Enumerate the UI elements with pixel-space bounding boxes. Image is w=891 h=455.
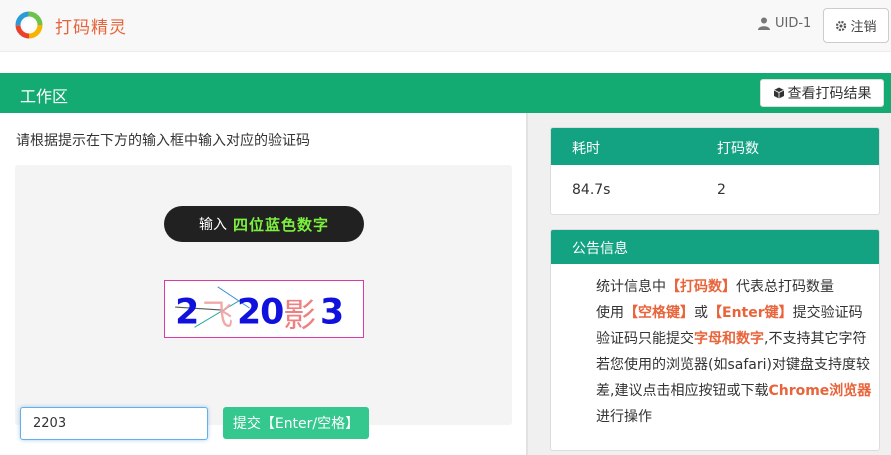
captcha-answer-input[interactable]: [20, 407, 208, 440]
notice-text: 差,建议点击相应按钮或下载: [596, 383, 769, 399]
workspace-header: 工作区 查看打码结果: [0, 73, 891, 113]
prompt-target: 四位蓝色数字: [232, 215, 329, 234]
info-panel: 耗时 打码数 84.7s 2 公告信息 统计信息中【打码数】代表总打码数量 使用…: [528, 113, 891, 455]
stats-time-value: 84.7s: [572, 182, 611, 198]
svg-text:飞: 飞: [202, 297, 233, 333]
app-name: 打码精灵: [55, 18, 127, 38]
svg-text:2: 2: [175, 292, 199, 332]
notice-text: 使用: [596, 305, 624, 321]
user-info: UID-1: [758, 16, 811, 31]
stats-count-value: 2: [717, 182, 726, 198]
submit-button[interactable]: 提交【Enter/空格】: [223, 407, 369, 439]
svg-text:2: 2: [237, 292, 261, 332]
captcha-area: 输入 四位蓝色数字 2 飞 2 0 影 3: [15, 165, 512, 425]
notice-highlight: 字母和数字: [694, 331, 764, 347]
notice-text: ,不支持其它字符: [764, 331, 867, 347]
gear-icon: [836, 20, 847, 31]
notice-line: 验证码只能提交字母和数字,不支持其它字符: [596, 326, 879, 352]
workspace-title: 工作区: [20, 87, 69, 106]
instruction-text: 请根据提示在下方的输入框中输入对应的验证码: [16, 133, 310, 149]
logout-button[interactable]: 注销: [823, 8, 889, 43]
notice-text: 提交验证码: [792, 305, 863, 321]
view-results-label: 查看打码结果: [787, 86, 872, 102]
svg-text:0: 0: [260, 292, 284, 332]
stats-value-row: 84.7s 2: [551, 165, 879, 214]
notice-highlight: Chrome浏览器: [768, 383, 872, 399]
notice-card: 公告信息 统计信息中【打码数】代表总打码数量 使用【空格键】或【Enter键】提…: [550, 229, 880, 451]
notice-highlight: 【空格键】: [624, 305, 694, 321]
user-id: UID-1: [775, 16, 812, 31]
notice-line: 进行操作: [596, 404, 879, 430]
notice-highlight: 【打码数】: [666, 279, 736, 295]
notice-text: 进行操作: [596, 409, 652, 425]
svg-text:3: 3: [320, 292, 344, 332]
notice-highlight: 【Enter键】: [708, 305, 793, 321]
stats-header-count: 打码数: [717, 141, 759, 157]
captcha-prompt: 输入 四位蓝色数字: [164, 206, 364, 242]
top-navbar: 打码精灵 UID-1 注销: [0, 0, 891, 52]
notice-text: 若您使用的浏览器(如safari)对键盘支持度较: [596, 357, 870, 373]
svg-text:影: 影: [283, 296, 316, 334]
stats-card: 耗时 打码数 84.7s 2: [550, 127, 880, 215]
captcha-image: 2 飞 2 0 影 3: [164, 280, 364, 338]
view-results-button[interactable]: 查看打码结果: [760, 79, 884, 107]
notice-text: 或: [694, 305, 708, 321]
notice-text: 统计信息中: [596, 279, 666, 295]
stats-header-time: 耗时: [572, 141, 600, 157]
notice-text: 代表总打码数量: [736, 279, 834, 295]
notice-title: 公告信息: [551, 230, 879, 264]
notice-line: 统计信息中【打码数】代表总打码数量: [596, 274, 879, 300]
notice-line: 若您使用的浏览器(如safari)对键盘支持度较: [596, 352, 879, 378]
notice-line: 使用【空格键】或【Enter键】提交验证码: [596, 300, 879, 326]
stats-header-row: 耗时 打码数: [551, 128, 879, 165]
cube-icon: [773, 87, 784, 99]
notice-text: 验证码只能提交: [596, 331, 694, 347]
user-icon: [758, 17, 770, 30]
captcha-panel: 请根据提示在下方的输入框中输入对应的验证码 输入 四位蓝色数字 2 飞 2 0 …: [0, 113, 526, 455]
notice-line: 差,建议点击相应按钮或下载Chrome浏览器: [596, 378, 879, 404]
prompt-prefix: 输入: [198, 217, 227, 233]
logout-label: 注销: [850, 20, 877, 35]
rainbow-ring-logo-icon: [15, 11, 43, 39]
notice-body: 统计信息中【打码数】代表总打码数量 使用【空格键】或【Enter键】提交验证码 …: [551, 264, 879, 430]
